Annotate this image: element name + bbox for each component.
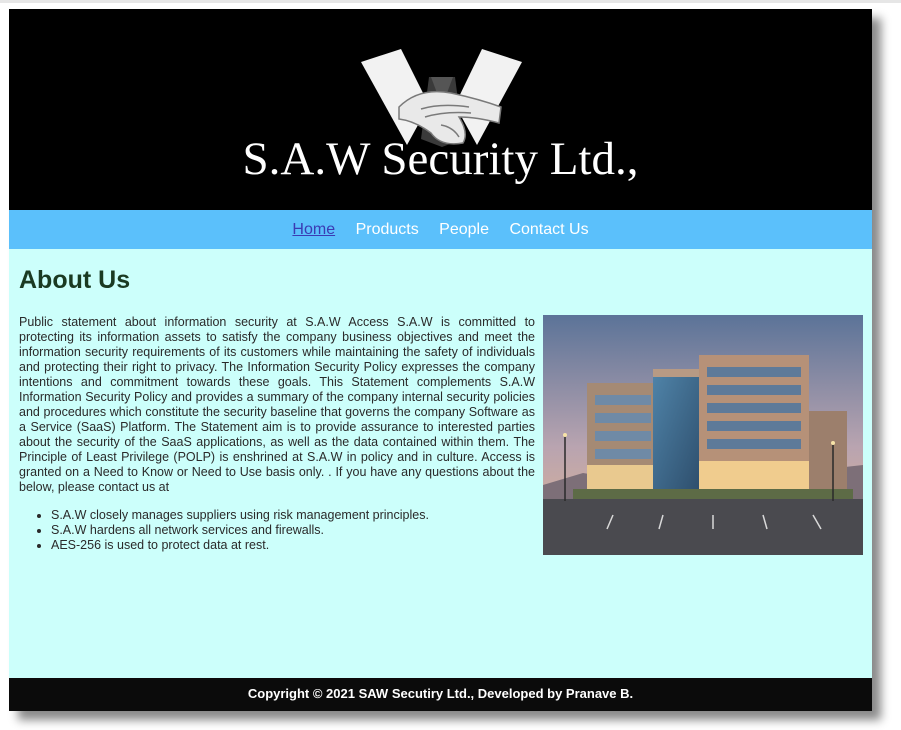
browser-top-edge: [0, 0, 901, 3]
list-item: S.A.W closely manages suppliers using ri…: [51, 508, 535, 523]
nav-link-products[interactable]: Products: [356, 221, 419, 238]
site-header: S.A.W Security Ltd.,: [9, 9, 872, 210]
security-bullet-list: S.A.W closely manages suppliers using ri…: [19, 508, 535, 553]
copyright-text: Copyright © 2021 SAW Secutiry Ltd., Deve…: [247, 686, 634, 701]
office-building-photo: [543, 315, 863, 555]
nav-link-contact-us[interactable]: Contact Us: [509, 221, 588, 238]
site-footer: Copyright © 2021 SAW Secutiry Ltd., Deve…: [9, 678, 872, 711]
about-paragraph: Public statement about information secur…: [19, 315, 535, 494]
main-nav: Home Products People Contact Us: [9, 210, 872, 249]
page-title: About Us: [19, 266, 131, 294]
list-item: S.A.W hardens all network services and f…: [51, 523, 535, 538]
list-item: AES-256 is used to protect data at rest.: [51, 538, 535, 553]
nav-link-home[interactable]: Home: [292, 221, 335, 238]
page-container: S.A.W Security Ltd., Home Products Peopl…: [9, 9, 872, 711]
site-title: S.A.W Security Ltd.,: [242, 133, 639, 185]
nav-link-people[interactable]: People: [439, 221, 489, 238]
